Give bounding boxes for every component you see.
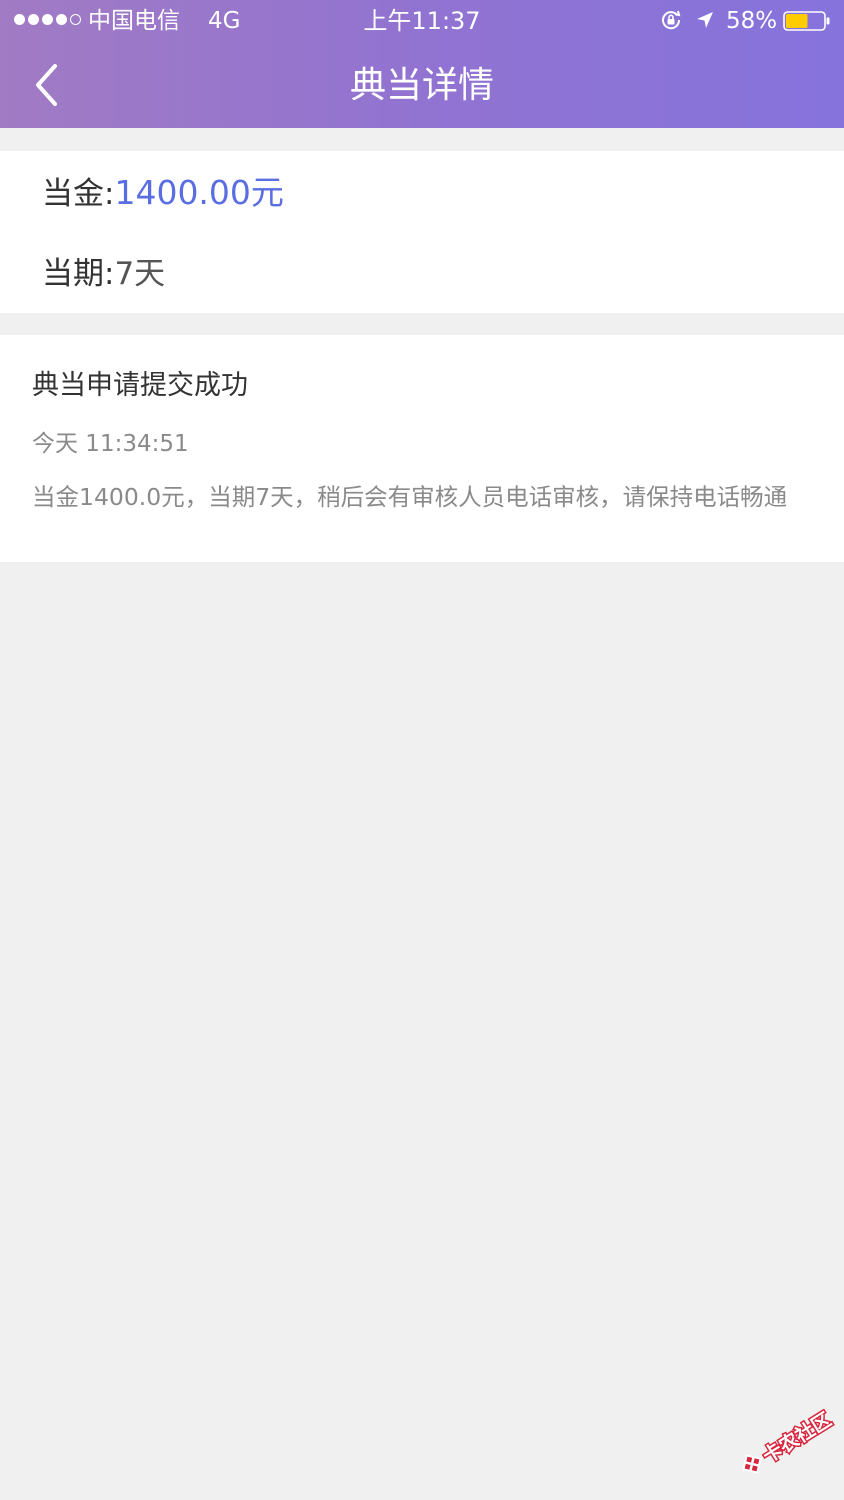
- record-description: 当金1400.0元，当期7天，稍后会有审核人员电话审核，请保持电话畅通: [32, 483, 788, 511]
- term-row: 当期:7天: [42, 254, 165, 294]
- svg-text:卡农社区: 卡农社区: [759, 1408, 836, 1468]
- term-value: 7天: [114, 256, 166, 292]
- location-icon: [697, 12, 713, 28]
- chevron-left-icon: [36, 64, 57, 106]
- status-time: 上午11:37: [363, 7, 481, 35]
- status-bar: 中国电信 4G 上午11:37 58%: [0, 0, 844, 42]
- lock-rotation-icon: [662, 10, 681, 30]
- top-bar: 中国电信 4G 上午11:37 58% 典当详情: [0, 0, 844, 128]
- battery-percent: 58%: [726, 8, 778, 34]
- pawn-summary-card: 当金:1400.00元 当期:7天: [0, 151, 844, 313]
- status-record-card: 典当申请提交成功 今天 11:34:51 当金1400.0元，当期7天，稍后会有…: [0, 335, 844, 562]
- back-button[interactable]: [20, 55, 72, 115]
- amount-value: 1400.00元: [114, 173, 284, 212]
- record-timestamp: 今天 11:34:51: [32, 431, 189, 457]
- page-title: 典当详情: [349, 65, 494, 106]
- amount-row: 当金:1400.00元: [42, 173, 284, 214]
- record-title: 典当申请提交成功: [32, 370, 248, 401]
- amount-label: 当金:: [42, 176, 115, 212]
- battery-icon: [783, 11, 830, 31]
- watermark-logo: 卡农社区: [742, 1406, 837, 1474]
- term-label: 当期:: [42, 256, 115, 292]
- battery-fill: [786, 14, 808, 28]
